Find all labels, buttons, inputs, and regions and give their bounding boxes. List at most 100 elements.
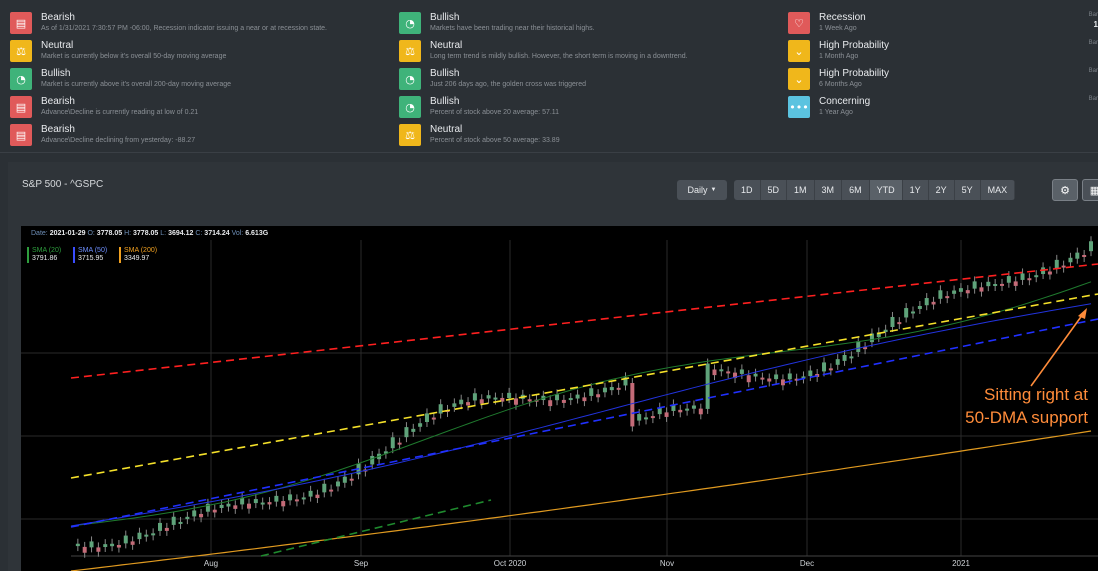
settings-icon[interactable]: ⚙ <box>1052 179 1078 201</box>
candle <box>787 373 792 380</box>
candle <box>370 455 375 465</box>
signal-title: Recession <box>819 12 866 23</box>
range-button-1y[interactable]: 1Y <box>903 180 929 200</box>
x-tick-label: Dec <box>800 559 814 568</box>
candle <box>685 408 690 411</box>
candle <box>274 495 279 502</box>
candle <box>1068 257 1073 263</box>
candle <box>329 489 334 492</box>
candle <box>260 502 265 505</box>
sma20-line <box>70 281 1092 527</box>
chevron-down-icon: ⌄ <box>788 68 810 90</box>
candle <box>130 541 135 545</box>
candle <box>226 503 231 507</box>
candle <box>301 497 306 500</box>
interval-dropdown[interactable]: Daily ▼ <box>677 180 727 200</box>
candle <box>774 374 779 380</box>
candle <box>1047 271 1052 275</box>
candle <box>904 308 909 318</box>
candle <box>931 301 936 305</box>
candle <box>691 405 696 409</box>
candle <box>342 476 347 483</box>
candle <box>199 513 204 518</box>
x-tick-label: 2021 <box>952 559 970 568</box>
chat-icon: ▤ <box>10 96 32 118</box>
range-button-6m[interactable]: 6M <box>842 180 870 200</box>
candle <box>952 290 957 294</box>
candle <box>780 379 785 386</box>
candle <box>650 416 655 419</box>
signal-title: Bullish <box>430 12 460 23</box>
range-button-5y[interactable]: 5Y <box>955 180 981 200</box>
caret-down-icon: ▼ <box>710 187 717 193</box>
candle <box>110 543 115 547</box>
range-button-2y[interactable]: 2Y <box>929 180 955 200</box>
candle <box>568 398 573 401</box>
candle <box>253 499 258 504</box>
range-button-3m[interactable]: 3M <box>815 180 843 200</box>
arrow-head-icon <box>1078 308 1087 319</box>
signal-item: ⌄ High Probability 1 Month Ago Bar <box>788 40 1098 63</box>
candle <box>849 356 854 359</box>
candle <box>726 371 731 374</box>
candle <box>431 417 436 420</box>
signal-item: ♡ Recession 1 Week Ago Bar 1 <box>788 12 1098 35</box>
range-button-ytd[interactable]: YTD <box>869 180 903 200</box>
candle <box>753 373 758 377</box>
candle <box>157 522 162 531</box>
candle <box>828 368 833 371</box>
candle <box>602 387 607 393</box>
candle <box>1054 259 1059 269</box>
signal-title: Neutral <box>430 124 463 135</box>
candle <box>644 417 649 420</box>
candle <box>178 521 183 524</box>
range-button-1m[interactable]: 1M <box>787 180 815 200</box>
candle <box>390 437 395 449</box>
candle <box>349 478 354 481</box>
candle <box>596 394 601 398</box>
chat-icon: ▤ <box>10 12 32 34</box>
range-button-5d[interactable]: 5D <box>761 180 788 200</box>
chart-title: S&P 500 - ^GSPC <box>22 179 104 190</box>
candle <box>82 546 87 553</box>
sma50-line <box>70 303 1092 527</box>
bubble-icon: ♡ <box>788 12 810 34</box>
candle <box>616 387 621 390</box>
price-chart[interactable]: Date: 2021-01-29 O: 3778.05 H: 3778.05 L… <box>21 226 1098 571</box>
candle <box>582 397 587 402</box>
candle <box>746 375 751 383</box>
candle <box>452 403 457 407</box>
candle <box>548 400 553 407</box>
plot-area: Aug Sep Oct 2020 Nov Dec 2021 <box>21 236 1098 571</box>
candle <box>267 502 272 505</box>
range-button-1d[interactable]: 1D <box>734 180 761 200</box>
signal-description: Percent of stock above 50 average: 33.89 <box>430 137 560 144</box>
candle <box>972 281 977 289</box>
signal-item: ▤ Bearish As of 1/31/2021 7:30:57 PM -06:0… <box>10 12 390 35</box>
range-button-max[interactable]: MAX <box>981 180 1016 200</box>
candle <box>1061 265 1066 268</box>
candle <box>842 354 847 361</box>
gauge-icon: ◔ <box>399 68 421 90</box>
candle <box>219 504 224 508</box>
candle <box>96 547 101 552</box>
calendar-icon[interactable]: ▦ <box>1082 179 1098 201</box>
signal-item: ⚖ Neutral Long term trend is mildly bullis… <box>399 40 779 63</box>
signal-description: As of 1/31/2021 7:30:57 PM -06:00, Reces… <box>41 25 327 32</box>
signal-description: Long term trend is mildly bullish. Howev… <box>430 53 688 60</box>
candle <box>945 296 950 299</box>
signal-tag: Bar <box>1088 96 1098 102</box>
candle <box>294 499 299 502</box>
signal-description: Just 206 days ago, the golden cross was … <box>430 81 587 88</box>
candle <box>561 399 566 403</box>
candle <box>472 393 477 401</box>
signal-item: ⚖ Neutral Percent of stock above 50 averag… <box>399 124 779 147</box>
candle <box>151 533 156 536</box>
candle <box>911 311 916 314</box>
signal-description: Market is currently below it's overall 5… <box>41 53 227 60</box>
signal-tag: Bar 1 <box>1088 12 1098 29</box>
signal-title: Bullish <box>41 68 71 79</box>
signal-description: Advance\Decline declining from yesterday… <box>41 137 196 144</box>
signal-item: ▤ Bearish Advance\Decline declining from y… <box>10 124 390 147</box>
signal-item: ▤ Bearish Advance\Decline is currently rea… <box>10 96 390 119</box>
